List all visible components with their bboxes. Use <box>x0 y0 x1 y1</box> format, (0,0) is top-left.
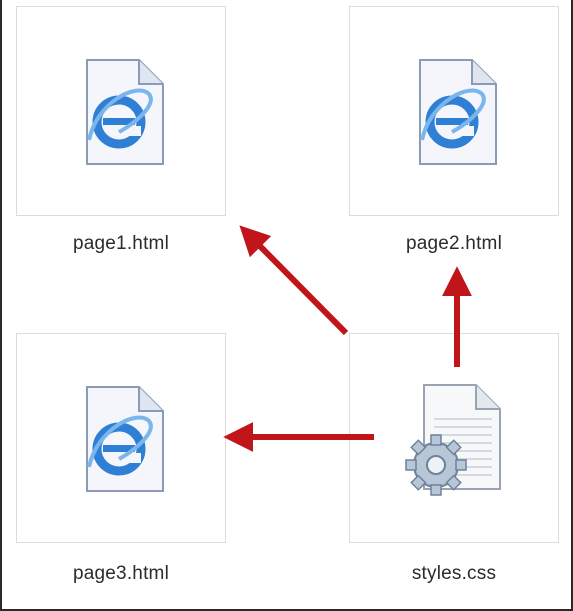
file-label-styles: styles.css <box>411 563 497 584</box>
file-label-page1: page1.html <box>72 233 169 254</box>
ie-html-file-icon <box>86 386 164 492</box>
ie-html-file-icon <box>419 59 497 165</box>
file-diagram: page1.html page2.html page3.html styles.… <box>0 0 573 611</box>
file-tile-page2[interactable] <box>349 6 559 216</box>
file-label-page2: page2.html <box>405 233 502 254</box>
ie-html-file-icon <box>86 59 164 165</box>
file-tile-styles[interactable] <box>349 333 559 543</box>
file-label-page3: page3.html <box>72 563 169 584</box>
file-tile-page1[interactable] <box>16 6 226 216</box>
file-tile-page3[interactable] <box>16 333 226 543</box>
css-gear-file-icon <box>405 384 501 496</box>
arrow-to-page1 <box>239 225 349 336</box>
